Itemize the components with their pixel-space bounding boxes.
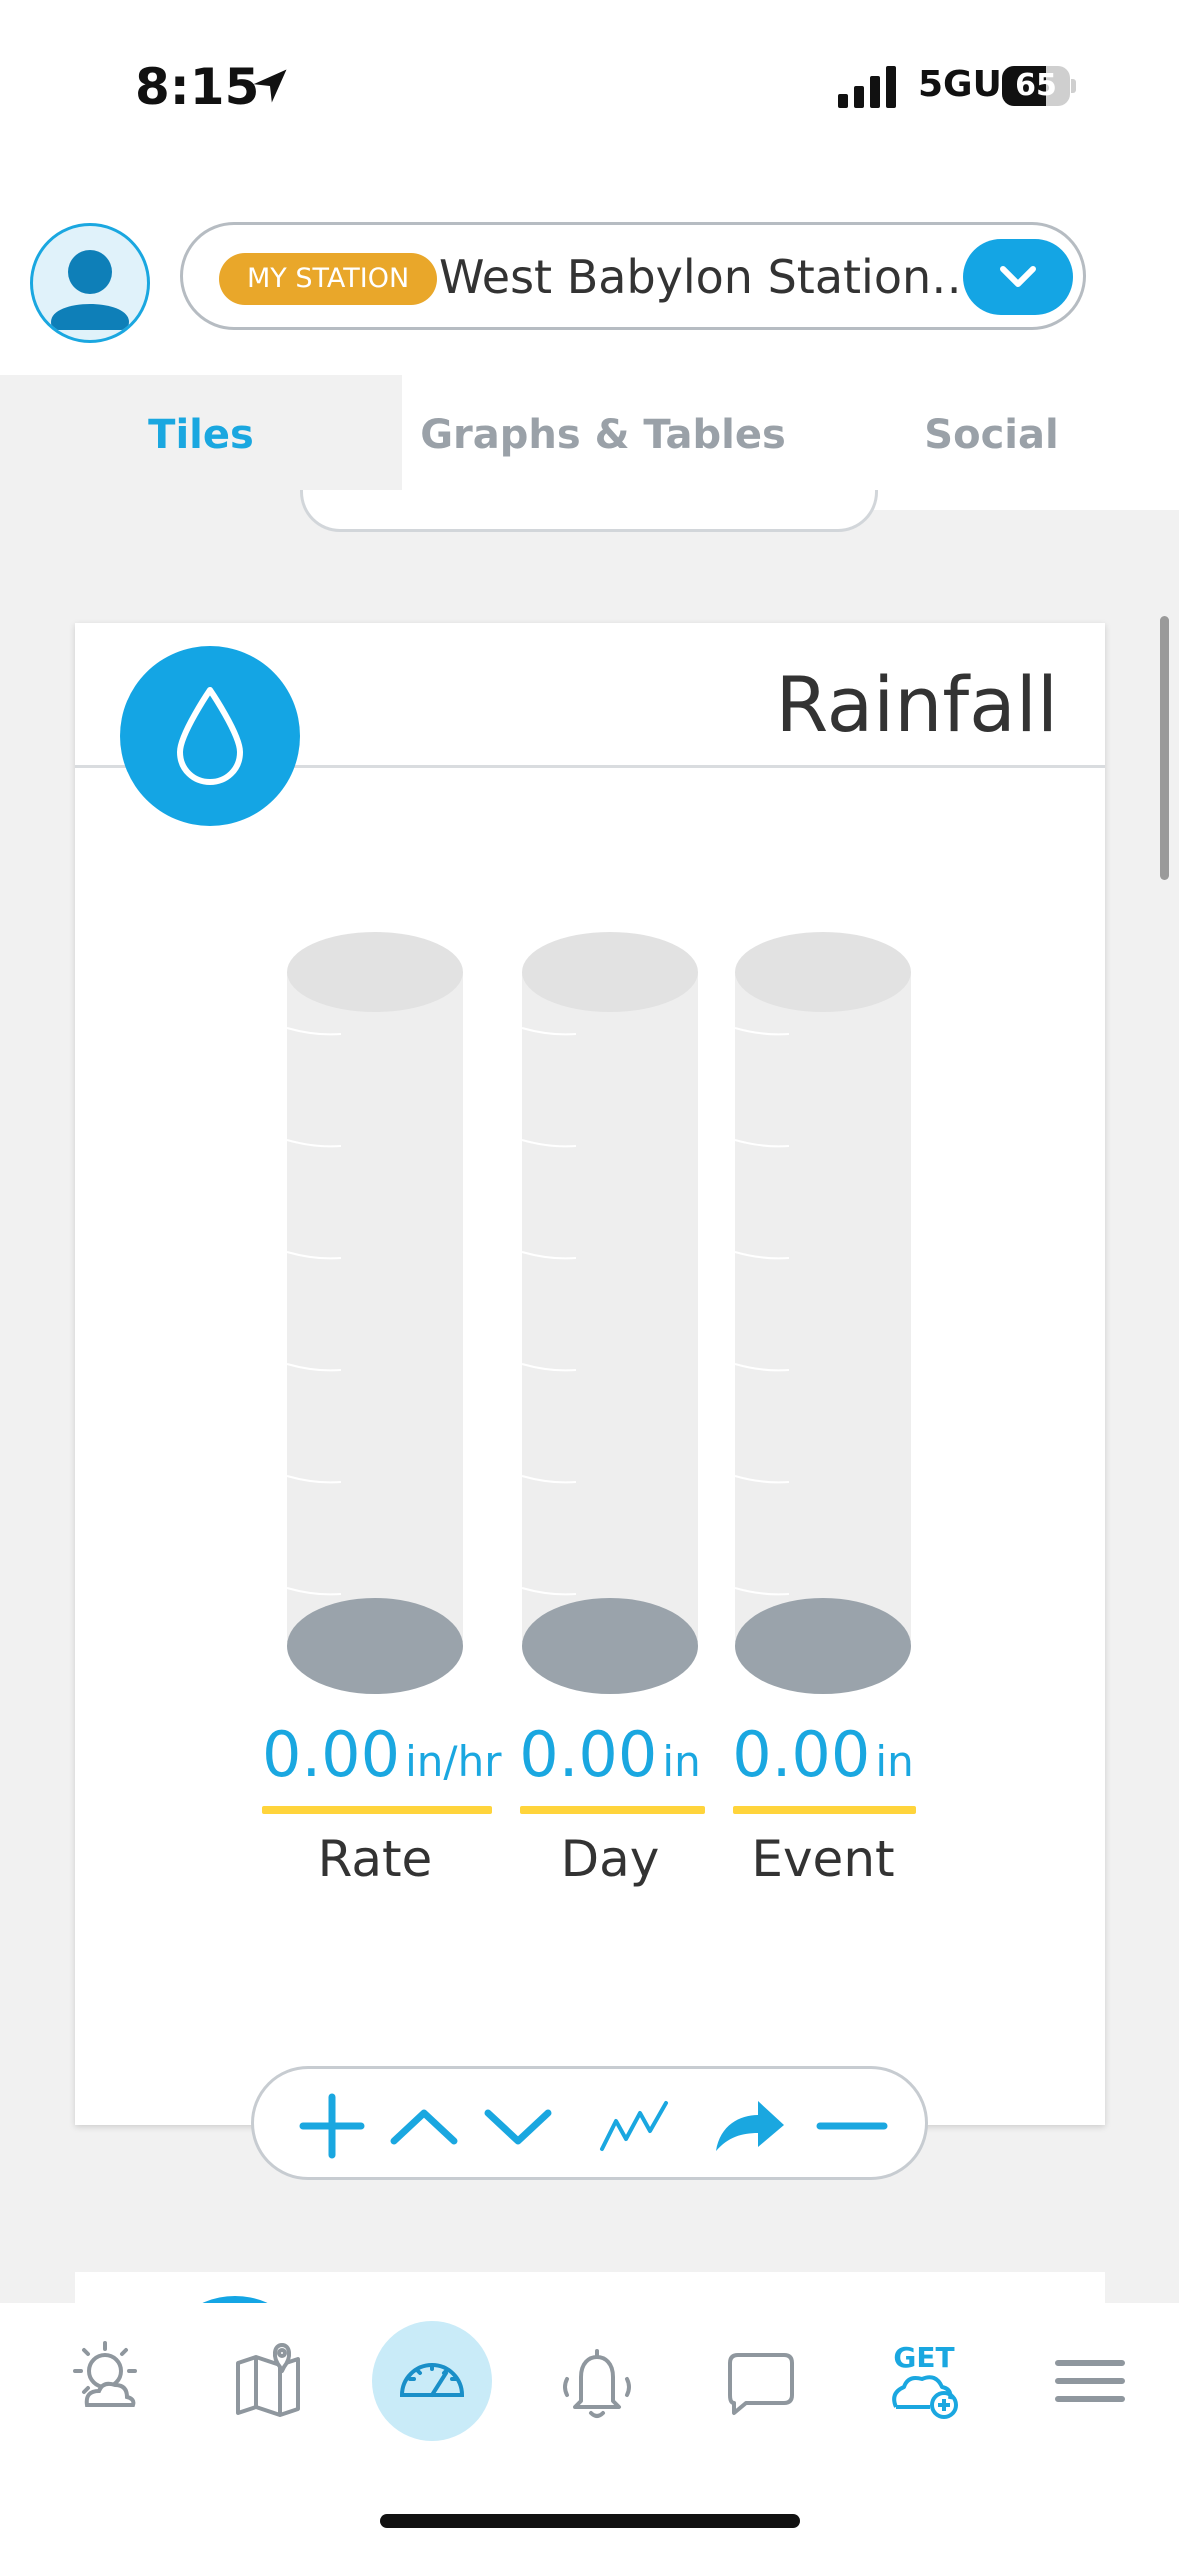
- station-dropdown-button[interactable]: [963, 239, 1073, 315]
- day-value: 0.00 in: [519, 1718, 701, 1791]
- minus-icon[interactable]: [814, 2091, 890, 2161]
- map-icon[interactable]: [208, 2321, 328, 2441]
- share-arrow-icon[interactable]: [712, 2091, 788, 2161]
- rain-gauge-day: [521, 932, 698, 1694]
- dashboard-icon[interactable]: [372, 2321, 492, 2441]
- tile-toolbar: [251, 2066, 928, 2180]
- tile-title: Rainfall: [775, 660, 1058, 749]
- status-time: 8:15: [135, 58, 260, 116]
- location-arrow-icon: [253, 69, 287, 103]
- station-name: West Babylon Station, …: [439, 250, 979, 304]
- rain-gauge-rate: [286, 932, 463, 1694]
- get-station-icon[interactable]: GET: [864, 2321, 984, 2441]
- user-avatar[interactable]: [30, 223, 150, 343]
- battery-percent: 65: [1015, 68, 1057, 103]
- day-underline: [520, 1806, 705, 1814]
- event-underline: [733, 1806, 916, 1814]
- cellular-signal-icon: [838, 66, 896, 108]
- day-label: Day: [560, 1830, 660, 1888]
- previous-tile-toolbar-edge: [300, 490, 878, 532]
- rain-gauge-event: [734, 932, 911, 1694]
- event-value: 0.00 in: [732, 1718, 914, 1791]
- status-bar: 8:15 5GUC 65: [0, 0, 1179, 170]
- battery-icon: 65: [1002, 66, 1076, 106]
- chevron-down-icon[interactable]: [480, 2091, 556, 2161]
- water-drop-icon: [120, 646, 300, 826]
- scrollbar[interactable]: [1160, 616, 1169, 880]
- weather-icon[interactable]: [45, 2321, 165, 2441]
- chat-icon[interactable]: [700, 2321, 820, 2441]
- menu-icon[interactable]: [1030, 2321, 1150, 2441]
- rate-underline: [262, 1806, 492, 1814]
- plus-icon[interactable]: [294, 2091, 370, 2161]
- alerts-bell-icon[interactable]: [537, 2321, 657, 2441]
- station-selector[interactable]: MY STATION West Babylon Station, …: [180, 222, 1086, 330]
- home-indicator[interactable]: [380, 2514, 800, 2528]
- sparkline-icon[interactable]: [596, 2091, 672, 2161]
- event-label: Event: [751, 1830, 895, 1888]
- rate-value: 0.00 in/hr: [262, 1718, 502, 1791]
- get-label: GET: [893, 2341, 954, 2374]
- my-station-badge: MY STATION: [219, 253, 438, 305]
- chevron-down-icon: [1000, 266, 1036, 287]
- chevron-up-icon[interactable]: [386, 2091, 462, 2161]
- rate-label: Rate: [317, 1830, 433, 1888]
